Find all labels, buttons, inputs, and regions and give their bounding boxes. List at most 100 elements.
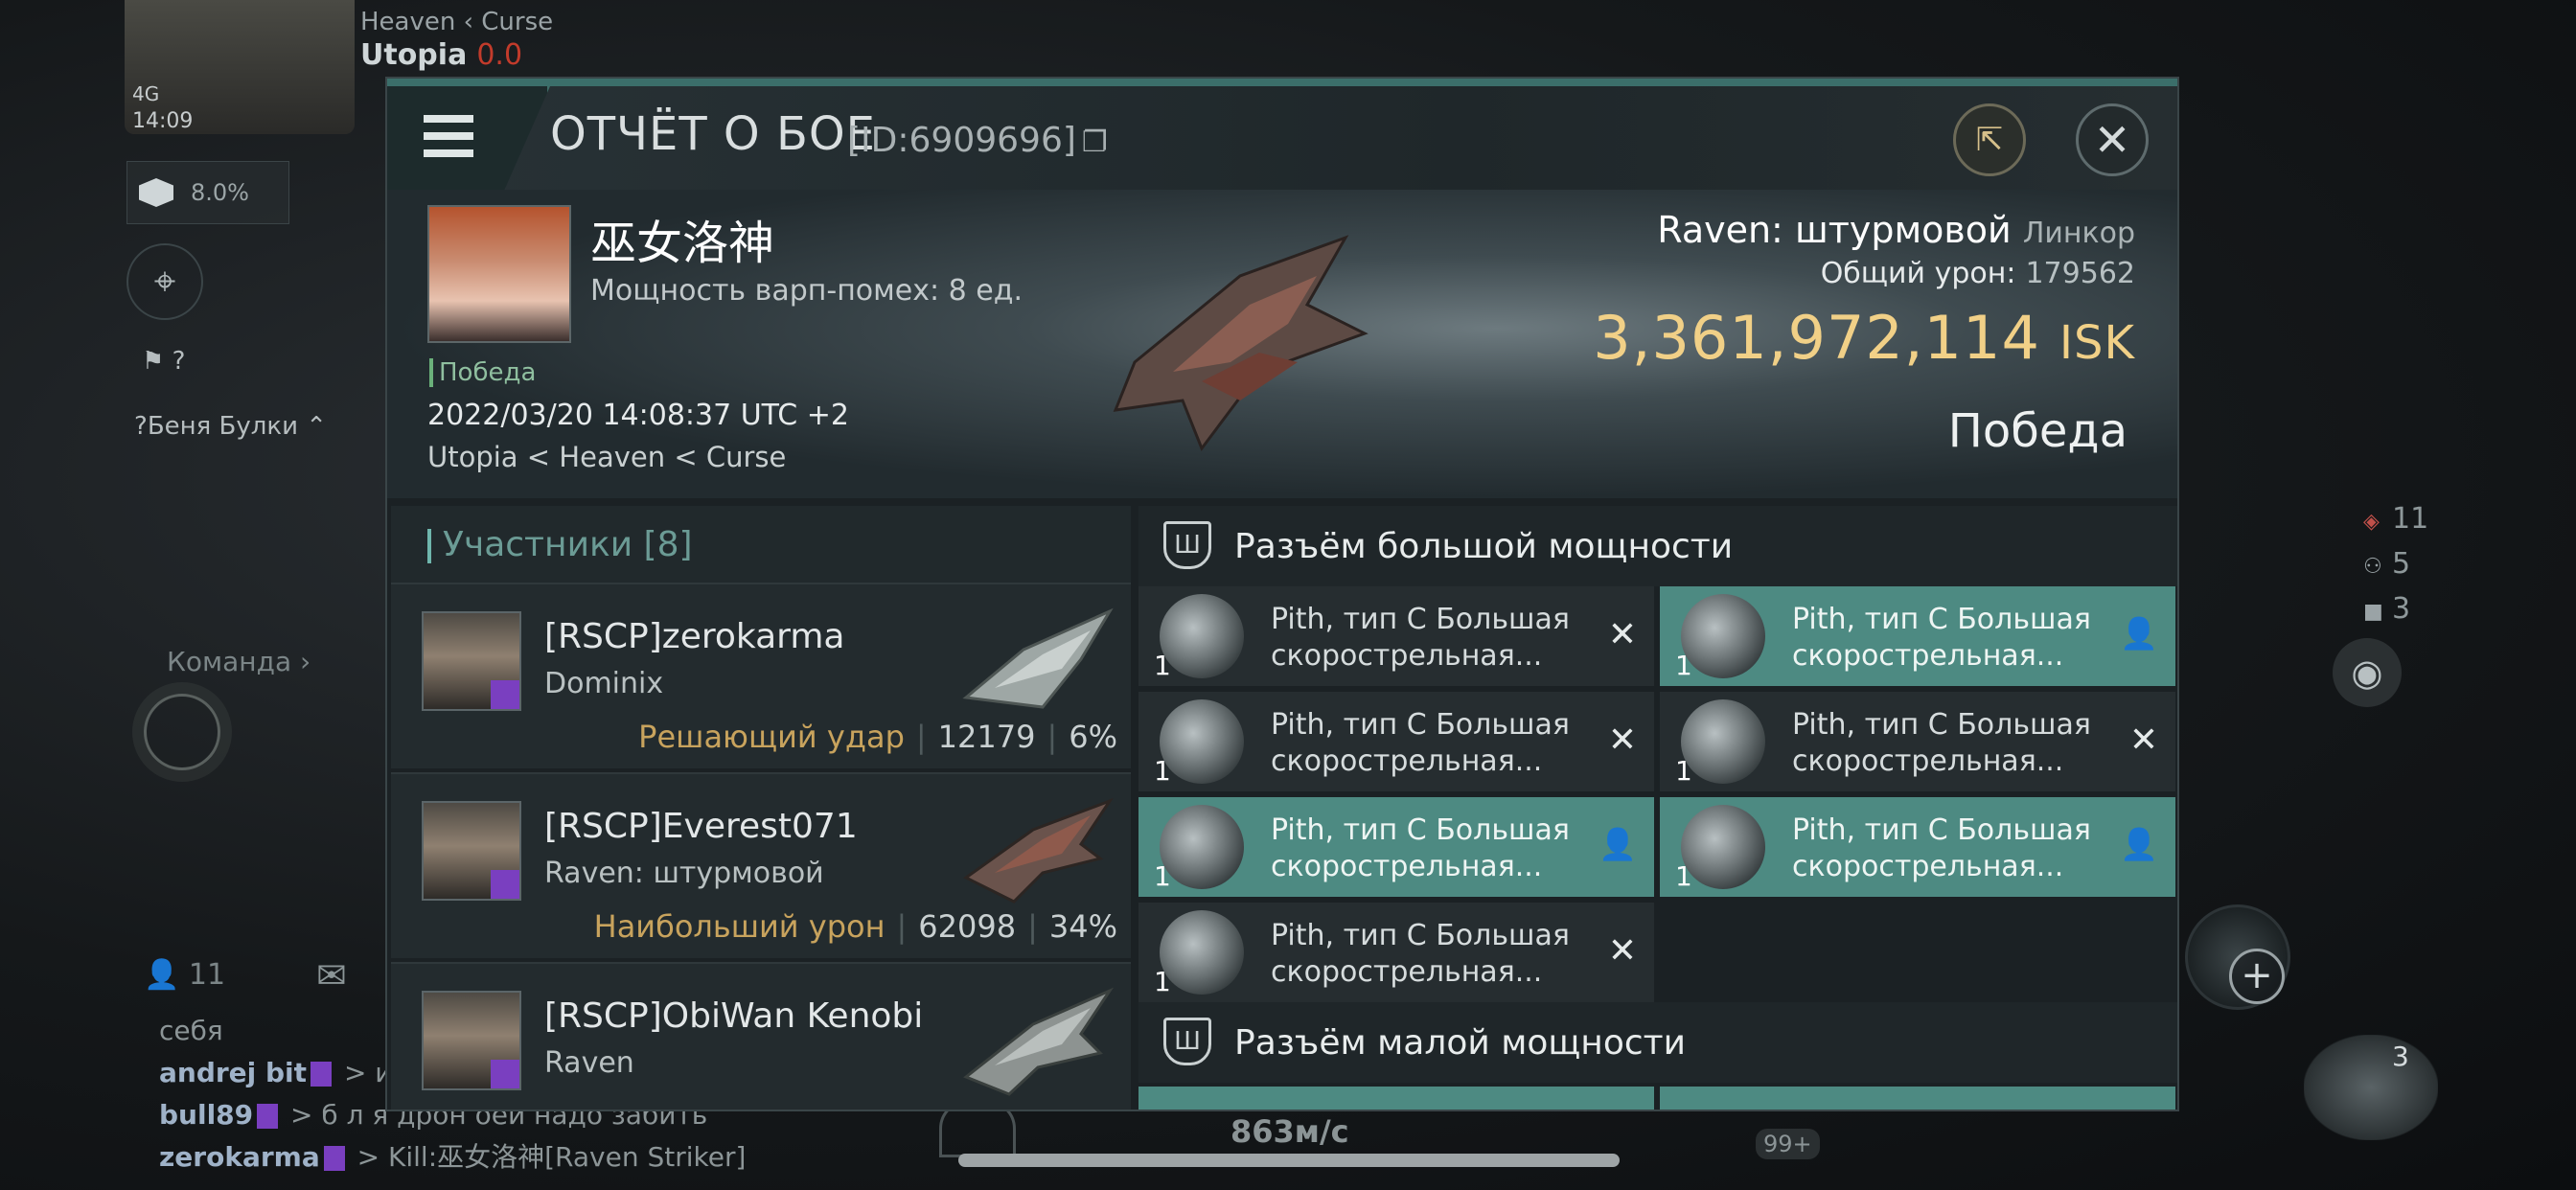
pilot-icon: 👤: [2120, 615, 2158, 652]
participant-name: [RSCP]zerokarma: [544, 617, 845, 656]
high-slots-label: Разъём большой мощности: [1234, 527, 1734, 566]
pilot-icon: 👤: [1598, 826, 1637, 862]
avatar[interactable]: [422, 801, 521, 901]
participant-row[interactable]: [RSCP]ObiWan Kenobi Raven: [391, 962, 1131, 1110]
share-button[interactable]: ⇱: [1953, 103, 2026, 176]
close-icon: ✕: [2093, 114, 2131, 166]
cargo-button[interactable]: 8.0%: [126, 161, 289, 224]
modal-header: ОТЧЁТ О БОЕ [ID:6909696] ❐ ⇱ ✕: [387, 86, 2177, 190]
speed-readout: 863м/с: [1230, 1113, 1349, 1150]
combat-report-modal: ОТЧЁТ О БОЕ [ID:6909696] ❐ ⇱ ✕ 巫女洛神 Мощно…: [385, 77, 2179, 1111]
participants-header: Участники [8]: [391, 506, 1131, 583]
location-pin-icon[interactable]: ⌖: [126, 243, 203, 320]
kill-date: 2022/03/20 14:08:37 UTC +2: [427, 399, 849, 432]
turret-icon: [1160, 910, 1244, 995]
home-indicator[interactable]: [958, 1154, 1620, 1167]
participant-ship-image: [962, 607, 1114, 709]
victim-name[interactable]: 巫女洛神: [590, 205, 774, 272]
buddy-name: Беня Булки: [147, 412, 298, 441]
modal-title: ОТЧЁТ О БОЕ: [550, 107, 876, 161]
unknown-status-icons: ⚑ ?: [142, 347, 186, 376]
pilot-icon: 👤: [2120, 826, 2158, 862]
signal-indicator: 4G: [132, 82, 160, 105]
destroyed-icon: ✕: [2128, 721, 2158, 760]
drone-count: 3: [2392, 1041, 2409, 1072]
current-system[interactable]: Utopia 0.0: [360, 38, 522, 72]
modal-accent-line: [387, 79, 2177, 86]
victim-ship-image[interactable]: [1096, 218, 1384, 468]
add-module-icon[interactable]: +: [2229, 949, 2285, 1004]
turret-icon: [1160, 699, 1244, 784]
ship-type: Raven: штурмовой Линкор: [1657, 209, 2135, 251]
corp-badge-icon: [310, 1062, 333, 1087]
participant-stats: Наибольший урон | 62098 | 34%: [593, 908, 1117, 945]
module-slot[interactable]: 1 Pith, тип C Большая скорострельная... …: [1660, 692, 2175, 791]
participant-ship: Raven: [544, 1046, 634, 1080]
module-slot[interactable]: [1138, 1087, 1654, 1110]
neutral-icon: ⚇: [2363, 555, 2382, 579]
people-count: 11: [188, 958, 226, 992]
victim-portrait[interactable]: [427, 205, 571, 343]
overview-counts[interactable]: ◈ 11 ⚇ 5 ■ 3: [2363, 498, 2428, 633]
module-slot[interactable]: 1 Pith, тип C Большая скорострельная... …: [1138, 692, 1654, 791]
module-name: Pith, тип C Большая скорострельная...: [1792, 708, 2091, 778]
participant-ship-image: [963, 987, 1115, 1096]
module-name: Pith, тип C Большая скорострельная...: [1271, 603, 1570, 673]
participant-name: [RSCP]Everest071: [544, 807, 858, 846]
turret-icon: [1681, 699, 1765, 784]
ship-badge: 99+: [1756, 1129, 1820, 1159]
eye-icon[interactable]: ◉: [2333, 638, 2402, 707]
victim-summary: 巫女洛神 Мощность варп-помех: 8 ед. Победа 2…: [387, 190, 2177, 498]
turret-icon: [1160, 594, 1244, 678]
module-name: Pith, тип C Большая скорострельная...: [1271, 708, 1570, 778]
report-id[interactable]: [ID:6909696] ❐: [847, 121, 1108, 160]
module-slot[interactable]: 1 Pith, тип C Большая скорострельная... …: [1660, 797, 2175, 897]
low-slots-label: Разъём малой мощности: [1234, 1023, 1687, 1063]
share-icon: ⇱: [1975, 121, 2004, 159]
turret-icon: [1160, 805, 1244, 889]
local-count[interactable]: 👤 11: [144, 958, 225, 992]
battle-result: Победа: [1947, 404, 2128, 458]
system-name: Utopia: [360, 38, 468, 72]
participants-label: Участники [8]: [443, 525, 693, 564]
module-name: Pith, тип C Большая скорострельная...: [1792, 813, 2091, 883]
module-qty: 1: [1675, 755, 1692, 787]
isk-value: 3,361,972,114 ISK: [1593, 303, 2135, 373]
target-icon[interactable]: [144, 694, 220, 770]
corp-badge-icon: [491, 870, 519, 899]
destroyed-icon: ✕: [1607, 931, 1637, 971]
participant-name: [RSCP]ObiWan Kenobi: [544, 996, 924, 1036]
participant-row[interactable]: [RSCP]zerokarma Dominix Решающий удар | 12…: [391, 583, 1131, 768]
module-qty: 1: [1154, 966, 1171, 997]
participant-row[interactable]: [RSCP]Everest071 Raven: штурмовой Наибол…: [391, 772, 1131, 958]
module-name: Pith, тип C Большая скорострельная...: [1271, 813, 1570, 883]
copy-icon[interactable]: ❐: [1082, 126, 1108, 159]
destroyed-icon: ✕: [1607, 615, 1637, 654]
cargo-icon: [139, 178, 173, 207]
module-slot[interactable]: 1 Pith, тип C Большая скорострельная... …: [1660, 586, 2175, 686]
high-slot-icon: Ш: [1163, 521, 1211, 569]
module-slot[interactable]: 1 Pith, тип C Большая скорострельная... …: [1138, 797, 1654, 897]
turret-icon: [1681, 805, 1765, 889]
buddy-entry[interactable]: ?Беня Булки ⌃: [134, 412, 327, 441]
destroyed-icon: ✕: [1607, 721, 1637, 760]
drone-button[interactable]: [2304, 1035, 2438, 1140]
module-slot[interactable]: [1660, 1087, 2175, 1110]
chat-line: zerokarma > Kill:巫女洛神[Raven Striker]: [159, 1141, 747, 1173]
corp-badge-icon: [491, 680, 519, 709]
hostile-icon: ◈: [2363, 510, 2380, 534]
team-button[interactable]: Команда ›: [167, 646, 310, 677]
avatar[interactable]: [422, 991, 521, 1090]
avatar[interactable]: [422, 611, 521, 711]
corp-badge-icon: [257, 1104, 279, 1129]
close-button[interactable]: ✕: [2076, 103, 2149, 176]
module-qty: 1: [1675, 650, 1692, 681]
module-slot[interactable]: 1 Pith, тип C Большая скорострельная... …: [1138, 903, 1654, 1002]
clock: 14:09: [132, 109, 194, 133]
high-slots-header: Ш Разъём большой мощности: [1138, 506, 2177, 586]
module-qty: 1: [1154, 650, 1171, 681]
security-status: 0.0: [476, 38, 523, 72]
mail-icon[interactable]: ✉: [316, 954, 347, 996]
menu-button[interactable]: [387, 86, 550, 190]
module-slot[interactable]: 1 Pith, тип C Большая скорострельная... …: [1138, 586, 1654, 686]
